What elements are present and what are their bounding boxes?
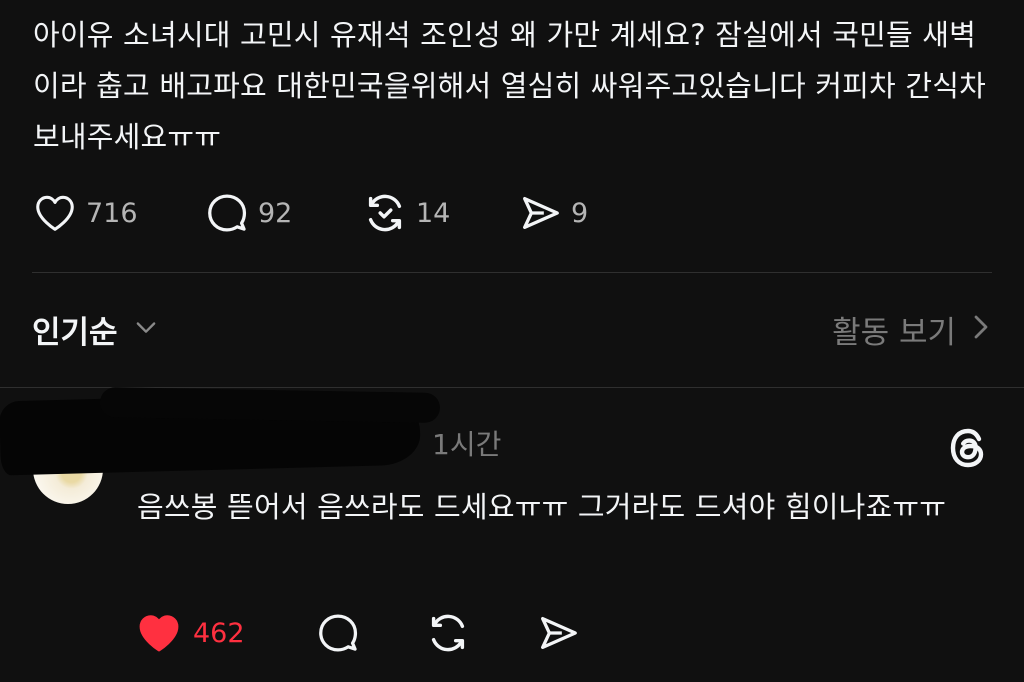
reply-count: 92 xyxy=(258,197,293,229)
redacted-username-stroke xyxy=(99,387,441,423)
chevron-right-icon xyxy=(970,312,992,346)
share-button[interactable]: 9 xyxy=(517,190,588,236)
repost-icon xyxy=(362,190,408,236)
share-icon xyxy=(535,610,581,656)
post-divider xyxy=(32,272,992,273)
sort-dropdown[interactable]: 인기순 xyxy=(32,304,160,354)
reply-actions: 462 xyxy=(135,610,581,656)
reply-timestamp: 1시간 xyxy=(432,428,502,461)
activity-label: 활동 보기 xyxy=(832,314,956,351)
repost-count: 14 xyxy=(416,197,451,229)
reply-share-button[interactable] xyxy=(535,610,581,656)
chevron-down-icon xyxy=(132,313,160,345)
comment-icon xyxy=(204,190,250,236)
reply-comment-button[interactable] xyxy=(315,610,425,656)
reply-like-button[interactable]: 462 xyxy=(135,609,315,657)
reply-button[interactable]: 92 xyxy=(204,190,362,236)
share-count: 9 xyxy=(571,197,589,229)
like-button[interactable]: 716 xyxy=(32,190,204,236)
reply-text: 음쓰봉 뜯어서 음쓰라도 드세요ㅠㅠ 그거라도 드셔야 힘이나죠ㅠㅠ xyxy=(137,490,947,524)
heart-icon xyxy=(135,609,183,657)
post-text: 아이유 소녀시대 고민시 유재석 조인성 왜 가만 계세요? 잠실에서 국민들 … xyxy=(33,18,986,154)
comment-icon xyxy=(315,610,361,656)
reply-like-count: 462 xyxy=(193,617,245,649)
reply-repost-button[interactable] xyxy=(425,610,535,656)
like-count: 716 xyxy=(86,197,138,229)
repost-icon xyxy=(425,610,471,656)
post-actions: 716 92 14 9 xyxy=(32,190,588,236)
heart-icon xyxy=(32,190,78,236)
repost-button[interactable]: 14 xyxy=(362,190,517,236)
view-activity-link[interactable]: 활동 보기 xyxy=(832,304,992,354)
share-icon xyxy=(517,190,563,236)
threads-logo-icon[interactable] xyxy=(944,424,992,476)
sort-label: 인기순 xyxy=(32,314,118,351)
